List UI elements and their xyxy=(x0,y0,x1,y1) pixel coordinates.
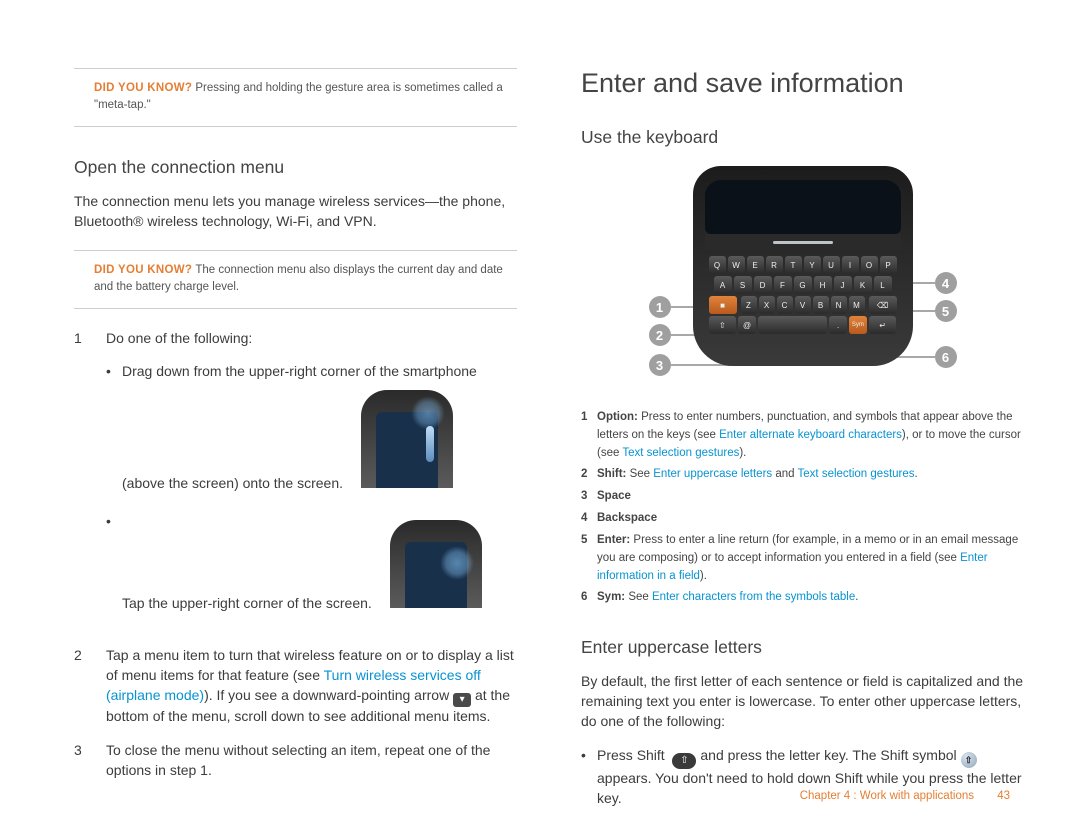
callout-1: 1 xyxy=(649,296,671,318)
tip-label: DID YOU KNOW? xyxy=(94,82,192,94)
key-letter: C xyxy=(777,296,793,314)
key-letter: U xyxy=(823,256,840,274)
left-column: DID YOU KNOW? Pressing and holding the g… xyxy=(74,68,517,819)
bullet-drag-down: Drag down from the upper-right corner of… xyxy=(106,362,517,502)
tip-label: DID YOU KNOW? xyxy=(94,264,192,276)
key-letter: T xyxy=(785,256,802,274)
physical-keys: QWERTYUIOP ASDFGHJKL ■ ZXCVBNM ⌫ ⇧ @ . S… xyxy=(705,250,901,334)
key-shift: ⇧ xyxy=(709,316,737,334)
step-number: 3 xyxy=(74,741,106,781)
legend-row-6: 6 Sym: See Enter characters from the sym… xyxy=(581,589,1024,607)
callout-6: 6 xyxy=(935,346,957,368)
key-letter: R xyxy=(766,256,783,274)
callout-2: 2 xyxy=(649,324,671,346)
tip-connection-menu: DID YOU KNOW? The connection menu also d… xyxy=(74,251,517,308)
step-1: 1 Do one of the following: Drag down fro… xyxy=(74,329,517,633)
screen-edge xyxy=(705,180,901,234)
key-option: ■ xyxy=(709,296,737,314)
key-letter: I xyxy=(842,256,859,274)
heading-enter-save-info: Enter and save information xyxy=(581,68,1024,99)
shift-key-icon: ⇧ xyxy=(672,753,696,769)
key-sym: Sym xyxy=(849,316,867,334)
tip-meta-tap: DID YOU KNOW? Pressing and holding the g… xyxy=(74,69,517,126)
key-letter: Q xyxy=(709,256,726,274)
paragraph-uppercase: By default, the first letter of each sen… xyxy=(581,672,1024,732)
right-column: Enter and save information Use the keybo… xyxy=(581,68,1024,819)
link-uppercase[interactable]: Enter uppercase letters xyxy=(653,468,772,480)
key-space xyxy=(758,316,827,334)
key-letter: E xyxy=(747,256,764,274)
page-footer: Chapter 4 : Work with applications 43 xyxy=(800,790,1010,802)
legend-row-1: 1 Option: Press to enter numbers, punctu… xyxy=(581,409,1024,462)
key-letter: A xyxy=(714,276,732,294)
shift-symbol-icon: ⇧ xyxy=(961,752,977,768)
heading-open-connection-menu: Open the connection menu xyxy=(74,157,517,178)
down-arrow-icon: ▾ xyxy=(453,693,471,707)
key-letter: Z xyxy=(741,296,757,314)
heading-use-keyboard: Use the keyboard xyxy=(581,127,1024,148)
key-letter: V xyxy=(795,296,811,314)
footer-page-number: 43 xyxy=(997,790,1010,802)
step-number: 2 xyxy=(74,646,106,727)
step-text: Tap a menu item to turn that wireless fe… xyxy=(106,646,517,727)
key-letter: M xyxy=(849,296,865,314)
callout-4: 4 xyxy=(935,272,957,294)
gesture-area xyxy=(705,234,901,250)
key-letter: X xyxy=(759,296,775,314)
heading-uppercase: Enter uppercase letters xyxy=(581,637,1024,658)
key-letter: P xyxy=(880,256,897,274)
callout-3: 3 xyxy=(649,354,671,376)
key-letter: G xyxy=(794,276,812,294)
gesture-ring-icon xyxy=(440,546,474,580)
step-number: 1 xyxy=(74,329,106,633)
divider xyxy=(74,126,517,127)
legend-row-5: 5 Enter: Press to enter a line return (f… xyxy=(581,532,1024,585)
figure-tap-gesture xyxy=(390,520,482,608)
legend-row-4: 4 Backspace xyxy=(581,510,1024,528)
key-letter: W xyxy=(728,256,745,274)
key-letter: O xyxy=(861,256,878,274)
footer-chapter: Chapter 4 : Work with applications xyxy=(800,790,974,802)
link-symbols-table[interactable]: Enter characters from the symbols table xyxy=(652,591,855,603)
key-letter: F xyxy=(774,276,792,294)
key-letter: L xyxy=(874,276,892,294)
figure-keyboard-diagram: 1 2 3 4 5 6 QWERTYUIOP ASDFGHJKL ■ xyxy=(643,166,963,381)
key-enter: ↵ xyxy=(869,316,897,334)
key-letter: J xyxy=(834,276,852,294)
key-letter: N xyxy=(831,296,847,314)
divider xyxy=(74,308,517,309)
step-2: 2 Tap a menu item to turn that wireless … xyxy=(74,646,517,727)
keyboard-body: QWERTYUIOP ASDFGHJKL ■ ZXCVBNM ⌫ ⇧ @ . S… xyxy=(693,166,913,366)
step-text: Do one of the following: xyxy=(106,329,517,349)
paragraph-connection-intro: The connection menu lets you manage wire… xyxy=(74,192,517,232)
key-at: @ xyxy=(738,316,756,334)
keyboard-legend: 1 Option: Press to enter numbers, punctu… xyxy=(581,409,1024,607)
key-letter: K xyxy=(854,276,872,294)
key-letter: Y xyxy=(804,256,821,274)
figure-drag-gesture xyxy=(361,390,453,488)
callout-5: 5 xyxy=(935,300,957,322)
gesture-ring-icon xyxy=(411,396,445,430)
link-text-selection[interactable]: Text selection gestures xyxy=(622,447,739,459)
key-letter: D xyxy=(754,276,772,294)
key-letter: B xyxy=(813,296,829,314)
key-letter: H xyxy=(814,276,832,294)
link-text-selection[interactable]: Text selection gestures xyxy=(798,468,915,480)
key-letter: S xyxy=(734,276,752,294)
legend-row-3: 3 Space xyxy=(581,488,1024,506)
link-alt-chars[interactable]: Enter alternate keyboard characters xyxy=(719,429,902,441)
key-period: . xyxy=(829,316,847,334)
steps-list: 1 Do one of the following: Drag down fro… xyxy=(74,329,517,781)
bullet-tap-corner: Tap the upper-right corner of the screen… xyxy=(106,512,517,622)
key-backspace: ⌫ xyxy=(869,296,897,314)
step-text: To close the menu without selecting an i… xyxy=(106,741,517,781)
gesture-arrow-icon xyxy=(426,426,434,462)
legend-row-2: 2 Shift: See Enter uppercase letters and… xyxy=(581,466,1024,484)
step-3: 3 To close the menu without selecting an… xyxy=(74,741,517,781)
